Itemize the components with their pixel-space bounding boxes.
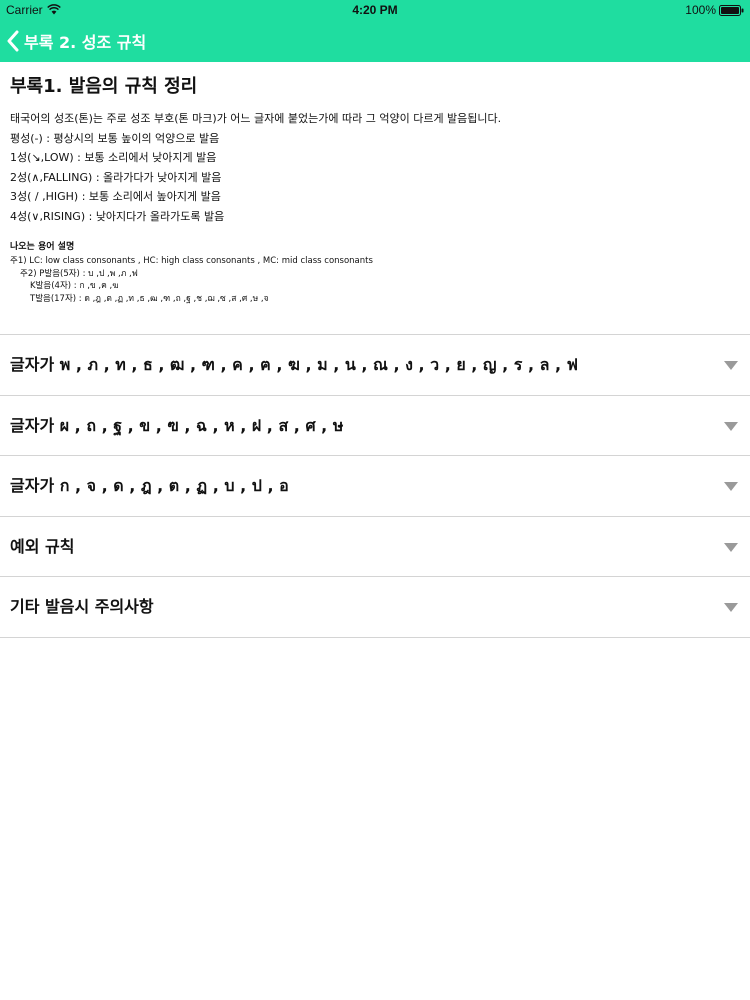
tone-rule-rising: 4성(∨,RISING) : 낮아지다가 올라가도록 발음: [10, 209, 225, 223]
back-button[interactable]: 부록 2. 성조 규칙: [6, 28, 146, 54]
page-title: 부록1. 발음의 규칙 정리: [10, 76, 198, 97]
note-k-sound: K발음(4자) : ก ,ข ,ค ,ฆ: [30, 281, 119, 292]
navigation-bar: 부록 2. 성조 규칙: [0, 20, 750, 62]
intro-section: 부록1. 발음의 규칙 정리 태국어의 성조(톤)는 주로 성조 부호(톤 마크…: [0, 62, 750, 335]
chevron-down-icon: [724, 603, 738, 612]
tone-rule-high: 3성( / ,HIGH) : 보통 소리에서 높아지게 발음: [10, 190, 221, 204]
status-bar: Carrier 4:20 PM 100%: [0, 0, 750, 20]
section-low-class[interactable]: 글자가 พ , ภ , ท , ธ , ฒ , ฑ , ค , ฅ , ฆ , …: [0, 335, 750, 396]
section-pronunciation-notes[interactable]: 기타 발음시 주의사항: [0, 577, 750, 638]
clock-label: 4:20 PM: [352, 3, 398, 17]
section-label: 글자가 ก , จ , ด , ฎ , ต , ฏ , บ , ป , อ: [10, 476, 289, 495]
tone-rules-list: 태국어의 성조(톤)는 주로 성조 부호(톤 마크)가 어느 글자에 붙었는가에…: [10, 109, 501, 227]
back-label: 부록 2. 성조 규칙: [24, 33, 147, 52]
section-high-class[interactable]: 글자가 ผ , ถ , ฐ , ข , ฃ , ฉ , ห , ฝ , ส , …: [0, 396, 750, 456]
chevron-down-icon: [724, 361, 738, 370]
note-consonant-classes: 주1) LC: low class consonants , HC: high …: [10, 256, 373, 266]
tone-rule-mid: 평성(-) : 평상시의 보통 높이의 억양으로 발음: [10, 131, 220, 145]
battery-percent: 100%: [685, 3, 716, 17]
notes-title: 나오는 용어 설명: [10, 242, 75, 252]
chevron-down-icon: [724, 421, 738, 431]
section-exception-rules[interactable]: 예외 규칙: [0, 517, 750, 577]
section-label: 기타 발음시 주의사항: [10, 597, 154, 616]
intro-description: 태국어의 성조(톤)는 주로 성조 부호(톤 마크)가 어느 글자에 붙었는가에…: [10, 112, 502, 125]
section-label: 예외 규칙: [10, 536, 75, 556]
tone-rule-falling: 2성(∧,FALLING) : 올라가다가 낮아지게 발음: [10, 170, 222, 184]
note-t-sound: T발음(17자) : ด ,ฎ ,ต ,ฏ ,ท ,ธ ,ฒ ,ฑ ,ถ ,ฐ …: [30, 293, 269, 304]
section-mid-class[interactable]: 글자가 ก , จ , ด , ฎ , ต , ฏ , บ , ป , อ: [0, 456, 750, 517]
chevron-down-icon: [724, 542, 738, 552]
terminology-notes: 나오는 용어 설명 주1) LC: low class consonants ,…: [10, 241, 373, 305]
tone-rule-low: 1성(↘,LOW) : 보통 소리에서 낮아지게 발음: [10, 151, 217, 165]
section-label: 글자가 ผ , ถ , ฐ , ข , ฃ , ฉ , ห , ฝ , ส , …: [10, 415, 344, 435]
chevron-down-icon: [724, 482, 738, 491]
section-label: 글자가 พ , ภ , ท , ธ , ฒ , ฑ , ค , ฅ , ฆ , …: [10, 355, 578, 374]
note-p-sound: 주2) P발음(5자) : บ ,ป ,พ ,ภ ,ฟ: [20, 268, 138, 279]
section-accordion: 글자가 พ , ภ , ท , ธ , ฒ , ฑ , ค , ฅ , ฆ , …: [0, 335, 750, 638]
battery-icon: [719, 5, 744, 16]
chevron-left-icon: [7, 30, 19, 52]
